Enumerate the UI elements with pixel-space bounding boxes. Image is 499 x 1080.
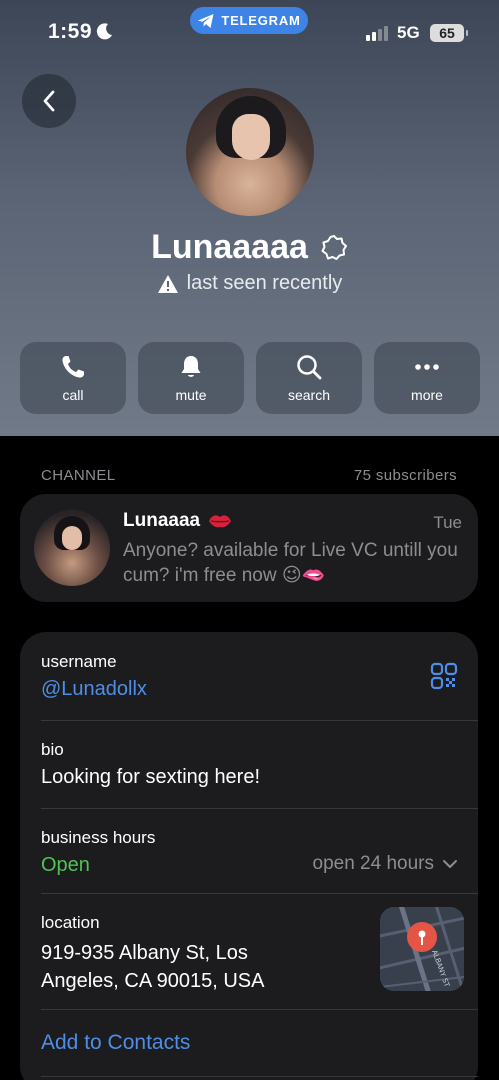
lips-emoji-icon [209,515,232,528]
telegram-icon [198,13,214,28]
business-hours-detail[interactable]: open 24 hours [313,853,459,875]
telegram-pill[interactable]: TELEGRAM [190,7,308,34]
subscriber-count: 75 subscribers [353,467,457,484]
info-card: username @Lunadollx bio Looking for sext… [20,632,478,1080]
battery-icon: 65 [430,24,468,42]
divider [41,720,478,721]
verified-badge-icon[interactable] [320,234,348,262]
last-seen-status: last seen recently [186,272,343,294]
divider [41,893,478,894]
battery-level: 65 [439,25,455,41]
phone-icon [62,356,84,378]
channel-card[interactable]: Lunaaaa Tue Anyone? available for Live V… [20,494,478,602]
username-value[interactable]: @Lunadollx [41,678,478,701]
mute-button[interactable]: mute [138,342,244,414]
status-time: 1:59 [48,20,93,43]
hours-detail-text: open 24 hours [312,853,435,874]
channel-section-label: CHANNEL [41,467,116,484]
profile-avatar[interactable] [186,88,314,216]
call-button[interactable]: call [20,342,126,414]
back-button[interactable] [22,74,76,128]
more-icon [415,364,439,370]
divider [41,1009,478,1010]
map-thumbnail: ALBANY ST [380,907,464,991]
qr-code-icon[interactable] [430,662,458,690]
search-icon [297,355,322,380]
chevron-down-icon [443,860,457,868]
divider [41,808,478,809]
more-label: more [411,387,443,403]
location-map[interactable]: ALBANY ST [380,907,464,991]
add-to-contacts-button[interactable]: Add to Contacts [41,1031,190,1055]
call-label: call [62,387,84,403]
more-button[interactable]: more [374,342,480,414]
channel-last-message: Anyone? available for Live VC untill you… [123,540,458,586]
channel-name: Lunaaaa [123,510,201,531]
bell-icon [181,356,201,377]
bio-value: Looking for sexting here! [41,766,261,788]
warning-icon [157,274,178,293]
mute-label: mute [175,387,207,403]
chevron-left-icon [43,90,55,112]
telegram-pill-label: TELEGRAM [221,13,301,28]
moon-icon [96,23,112,40]
search-label: search [287,387,331,403]
search-button[interactable]: search [256,342,362,414]
bio-label: bio [41,740,64,759]
username-label: username [41,652,117,671]
profile-header: 1:59 TELEGRAM 5G 65 Lunaaaaa last seen r… [0,0,499,436]
signal-icon [366,26,388,41]
business-hours-label: business hours [41,828,156,847]
bio-row[interactable]: bio Looking for sexting here! [41,740,478,789]
network-type: 5G [397,23,420,42]
channel-avatar [34,510,110,586]
divider [41,1076,478,1077]
profile-name: Lunaaaaa [151,228,308,266]
username-row[interactable]: username @Lunadollx [41,652,478,701]
channel-last-time: Tue [433,513,462,532]
map-pin-icon [407,922,437,952]
action-buttons: call mute search more [20,342,480,414]
